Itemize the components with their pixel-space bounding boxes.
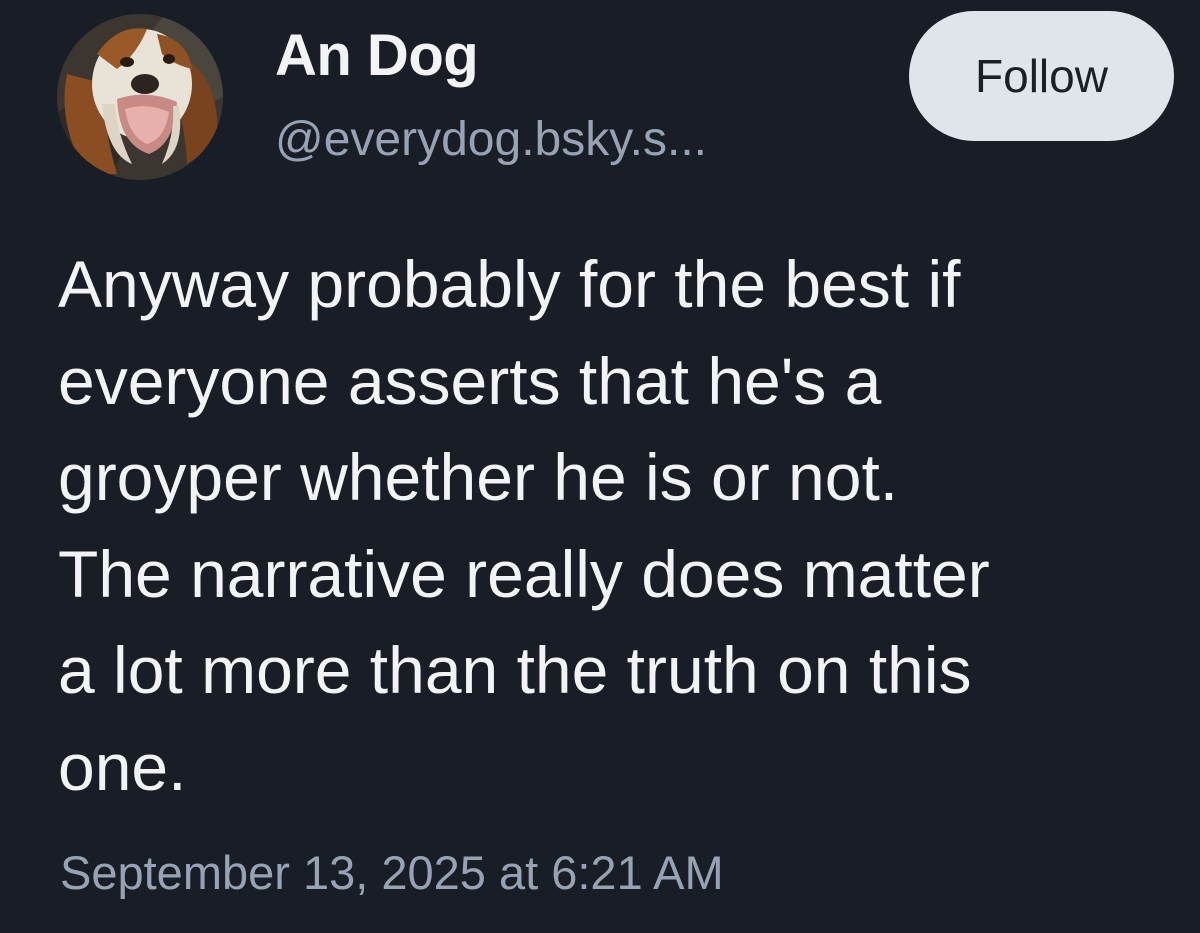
- post-text-line: groyper whether he is or not.: [58, 440, 899, 514]
- post-text-line: Anyway probably for the best if: [58, 247, 961, 321]
- follow-button[interactable]: Follow: [909, 11, 1174, 141]
- author-handle[interactable]: @everydog.bsky.s...: [275, 112, 707, 167]
- post-text: Anyway probably for the best if everyone…: [58, 236, 1178, 815]
- post-text-line: a lot more than the truth on this: [58, 633, 972, 707]
- author-display-name[interactable]: An Dog: [275, 22, 479, 89]
- post-card: An Dog @everydog.bsky.s... Follow Anyway…: [0, 0, 1200, 933]
- avatar[interactable]: [57, 14, 223, 180]
- post-text-line: one.: [58, 729, 187, 804]
- post-text-line: The narrative really does matter: [58, 536, 990, 611]
- post-text-line: everyone asserts that he's a: [58, 343, 882, 418]
- post-timestamp[interactable]: September 13, 2025 at 6:21 AM: [60, 845, 724, 900]
- basset-hound-avatar-icon: [57, 14, 223, 180]
